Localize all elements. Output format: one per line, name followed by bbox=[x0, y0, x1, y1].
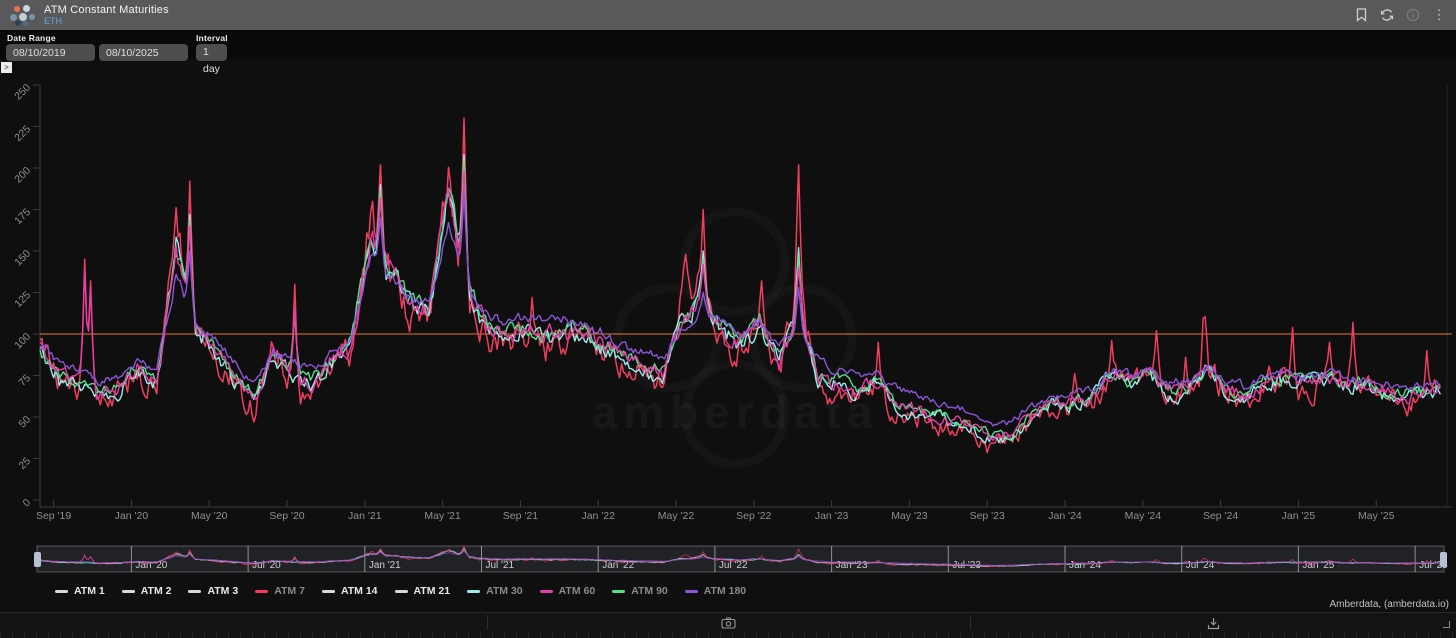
legend-item-atm-30[interactable]: ATM 30 bbox=[467, 585, 523, 597]
legend-marker bbox=[255, 590, 268, 593]
atm-constant-maturities-widget: amberdata 0 25 50 75 100 125 150 175 200 225 250 Sep… bbox=[0, 0, 1456, 638]
legend-marker bbox=[540, 590, 553, 593]
x-tick-label: Sep '20 bbox=[269, 510, 304, 522]
x-tick-label: May '22 bbox=[658, 510, 695, 522]
axes: 0 25 50 75 100 125 150 175 200 225 250 Sep '19 Jan '… bbox=[12, 82, 1452, 522]
x-tick-label: Jan '21 bbox=[348, 510, 382, 522]
legend-item-atm-180[interactable]: ATM 180 bbox=[685, 585, 746, 597]
navigator-handle-left[interactable] bbox=[34, 552, 41, 567]
legend-marker bbox=[395, 590, 408, 593]
x-tick-label: May '20 bbox=[191, 510, 228, 522]
x-tick-label: May '24 bbox=[1125, 510, 1162, 522]
kebab-menu-icon[interactable]: ⋮ bbox=[1430, 6, 1448, 24]
date-to-input[interactable] bbox=[99, 44, 188, 61]
legend-item-atm-1[interactable]: ATM 1 bbox=[55, 585, 105, 597]
y-tick-label: 75 bbox=[16, 372, 33, 389]
legend-label: ATM 180 bbox=[704, 585, 746, 597]
watermark-text: amberdata bbox=[592, 386, 879, 438]
bookmark-icon[interactable] bbox=[1352, 6, 1370, 24]
x-tick-label: Sep '21 bbox=[503, 510, 538, 522]
legend-label: ATM 60 bbox=[559, 585, 596, 597]
asset-label: ETH bbox=[44, 16, 169, 26]
amberdata-logo-icon bbox=[10, 4, 36, 26]
amberdata-watermark: amberdata bbox=[592, 212, 879, 464]
legend-label: ATM 14 bbox=[341, 585, 378, 597]
page-title: ATM Constant Maturities bbox=[44, 4, 169, 16]
legend-marker bbox=[322, 590, 335, 593]
legend-item-atm-21[interactable]: ATM 21 bbox=[395, 585, 451, 597]
chart-legend: ATM 1 ATM 2 ATM 3 ATM 7 ATM 14 ATM 21 ATM 30 AT… bbox=[55, 585, 746, 597]
x-tick-label: Jan '22 bbox=[581, 510, 615, 522]
y-tick-label: 100 bbox=[12, 331, 33, 352]
y-tick-label: 150 bbox=[12, 248, 33, 269]
x-tick-label: May '25 bbox=[1358, 510, 1395, 522]
y-tick-label: 0 bbox=[21, 497, 34, 510]
resize-corner-icon bbox=[1443, 621, 1450, 628]
x-tick-label: Jan '24 bbox=[1048, 510, 1082, 522]
minor-tick-strip bbox=[0, 632, 1456, 638]
legend-label: ATM 21 bbox=[414, 585, 451, 597]
y-tick-label: 250 bbox=[12, 82, 33, 103]
legend-marker bbox=[467, 590, 480, 593]
legend-marker bbox=[188, 590, 201, 593]
legend-item-atm-3[interactable]: ATM 3 bbox=[188, 585, 238, 597]
bottom-toolbar bbox=[0, 612, 1456, 638]
refresh-icon[interactable] bbox=[1378, 6, 1396, 24]
legend-marker bbox=[122, 590, 135, 593]
navigator-tick-label: Jan '24 bbox=[1069, 560, 1101, 571]
chart-canvas: amberdata 0 25 50 75 100 125 150 175 200 225 250 Sep… bbox=[0, 0, 1456, 638]
legend-marker bbox=[685, 590, 698, 593]
navigator-tick-label: Jan '21 bbox=[369, 560, 401, 571]
y-tick-label: 50 bbox=[16, 414, 33, 431]
source-caption: Amberdata, (amberdata.io) bbox=[1329, 599, 1449, 610]
interval-label: Interval bbox=[196, 33, 228, 43]
navigator: Jan '20Jul '20Jan '21Jul '21Jan '22Jul '… bbox=[34, 546, 1448, 572]
x-tick-label: Jan '25 bbox=[1282, 510, 1316, 522]
y-tick-label: 125 bbox=[12, 289, 33, 310]
info-icon[interactable] bbox=[1404, 6, 1422, 24]
legend-item-atm-90[interactable]: ATM 90 bbox=[612, 585, 668, 597]
legend-marker bbox=[55, 590, 68, 593]
x-tick-label: Sep '24 bbox=[1203, 510, 1238, 522]
y-tick-label: 225 bbox=[12, 123, 33, 144]
download-button[interactable] bbox=[1200, 614, 1226, 632]
x-tick-label: Sep '22 bbox=[736, 510, 771, 522]
legend-item-atm-60[interactable]: ATM 60 bbox=[540, 585, 596, 597]
screenshot-camera-button[interactable] bbox=[715, 614, 741, 632]
date-from-input[interactable] bbox=[6, 44, 95, 61]
x-tick-label: Sep '19 bbox=[36, 510, 71, 522]
navigator-handle-right[interactable] bbox=[1440, 552, 1447, 567]
legend-item-atm-7[interactable]: ATM 7 bbox=[255, 585, 305, 597]
legend-marker bbox=[612, 590, 625, 593]
legend-label: ATM 7 bbox=[274, 585, 305, 597]
legend-label: ATM 2 bbox=[141, 585, 172, 597]
interval-value-button[interactable]: 1 day bbox=[196, 44, 227, 61]
y-tick-label: 175 bbox=[12, 206, 33, 227]
y-tick-label: 200 bbox=[12, 165, 33, 186]
x-tick-label: Sep '23 bbox=[970, 510, 1005, 522]
legend-label: ATM 3 bbox=[207, 585, 238, 597]
legend-label: ATM 1 bbox=[74, 585, 105, 597]
navigator-tick-label: Jul '21 bbox=[486, 560, 515, 571]
date-range-label: Date Range bbox=[7, 33, 56, 43]
x-tick-label: May '23 bbox=[891, 510, 928, 522]
x-tick-label: May '21 bbox=[424, 510, 461, 522]
y-tick-label: 25 bbox=[16, 455, 33, 472]
legend-label: ATM 90 bbox=[631, 585, 668, 597]
legend-item-atm-2[interactable]: ATM 2 bbox=[122, 585, 172, 597]
panel-expander-button[interactable]: > bbox=[1, 62, 12, 73]
x-tick-label: Jan '23 bbox=[815, 510, 849, 522]
legend-label: ATM 30 bbox=[486, 585, 523, 597]
widget-header: ATM Constant Maturities ETH ⋮ bbox=[0, 0, 1456, 30]
legend-item-atm-14[interactable]: ATM 14 bbox=[322, 585, 378, 597]
chart-controls: Date Range Interval 1 day bbox=[0, 30, 1456, 60]
x-tick-label: Jan '20 bbox=[115, 510, 149, 522]
